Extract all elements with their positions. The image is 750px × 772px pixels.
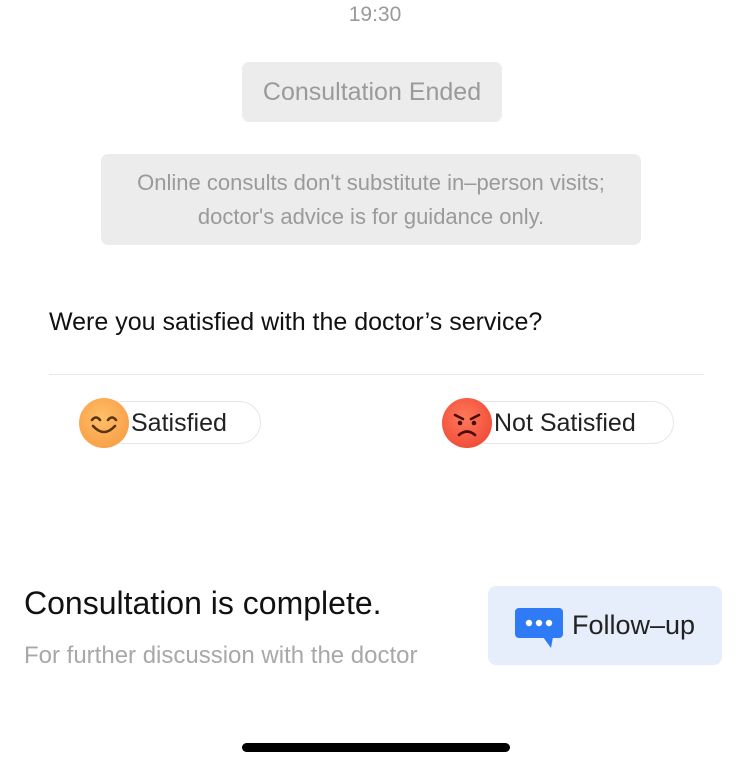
completion-subtitle: For further discussion with the doctor bbox=[24, 642, 418, 669]
home-indicator[interactable] bbox=[242, 743, 510, 752]
follow-up-button[interactable]: Follow–up bbox=[488, 586, 722, 665]
divider bbox=[49, 374, 704, 375]
follow-up-label: Follow–up bbox=[572, 610, 696, 640]
chat-bubble-icon bbox=[515, 608, 563, 648]
consultation-ended-badge: Consultation Ended bbox=[242, 62, 502, 122]
satisfied-label: Satisfied bbox=[131, 409, 227, 437]
consultation-ended-label: Consultation Ended bbox=[262, 77, 482, 106]
not-satisfied-button[interactable]: Not Satisfied bbox=[442, 398, 674, 448]
not-satisfied-label: Not Satisfied bbox=[494, 409, 636, 437]
disclaimer-line-2: doctor's advice is for guidance only. bbox=[197, 203, 545, 229]
smiling-face-icon bbox=[79, 398, 129, 448]
satisfaction-survey-card: Were you satisfied with the doctor’s ser… bbox=[26, 270, 726, 478]
angry-face-icon bbox=[442, 398, 492, 448]
timestamp: 19:30 bbox=[348, 3, 402, 26]
satisfied-button[interactable]: Satisfied bbox=[79, 398, 261, 448]
completion-title: Consultation is complete. bbox=[24, 585, 382, 621]
survey-question: Were you satisfied with the doctor’s ser… bbox=[49, 308, 543, 336]
disclaimer-line-1: Online consults don't substitute in–pers… bbox=[137, 169, 605, 195]
disclaimer-notice: Online consults don't substitute in–pers… bbox=[101, 154, 641, 245]
